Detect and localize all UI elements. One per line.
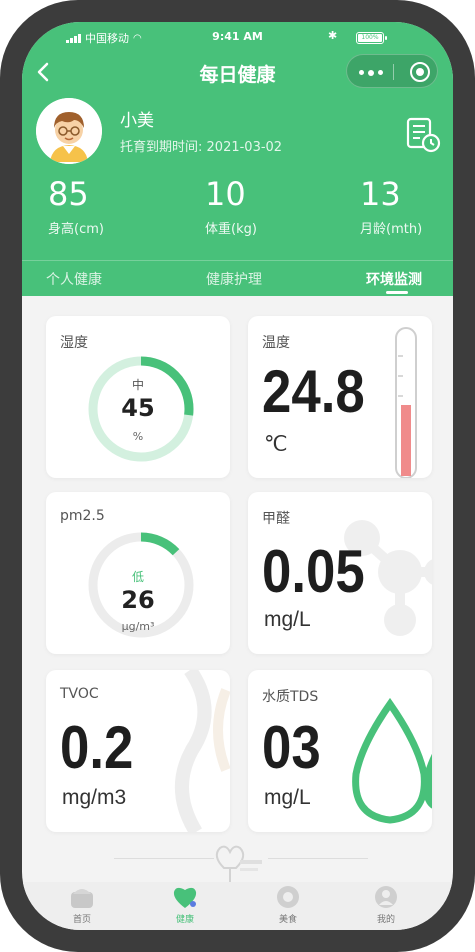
formaldehyde-value: 0.05 (262, 538, 365, 605)
nav-bar: 每日健康 (22, 52, 453, 92)
battery-label: 100% (358, 34, 382, 42)
expire-row: 托育到期时间: 2021-03-02 (120, 136, 282, 155)
heart-icon (173, 887, 197, 908)
mini-program-capsule (346, 54, 438, 88)
active-tab-indicator (386, 291, 408, 294)
stat-height: 85 身高(cm) (48, 174, 104, 237)
capsule-divider (393, 64, 394, 80)
temperature-card[interactable]: 温度 24.8 ℃ (248, 316, 432, 478)
avatar[interactable] (36, 98, 102, 164)
stat-label: 身高(cm) (48, 222, 104, 237)
plate-icon (277, 886, 299, 908)
tab-environment[interactable]: 环境监测 (366, 269, 422, 289)
tds-value: 03 (262, 714, 321, 781)
child-name: 小美 (120, 111, 154, 131)
stat-label: 体重(kg) (205, 222, 257, 237)
status-bar: 中国移动 ◠ 9:41 AM ✱ 100% (22, 28, 453, 48)
stats-row: 85 身高(cm) 10 体重(kg) 13 月龄(mth) (22, 174, 453, 244)
app-screen: 中国移动 ◠ 9:41 AM ✱ 100% 每日健康 小美 托育到期时间: 20… (22, 22, 453, 930)
temperature-unit: ℃ (264, 433, 288, 456)
footer-divider-left (114, 858, 214, 859)
water-drop-icon (352, 698, 432, 824)
stat-value: 10 (205, 175, 246, 213)
card-title: 湿度 (60, 335, 88, 351)
phone-frame: 中国移动 ◠ 9:41 AM ✱ 100% 每日健康 小美 托育到期时间: 20… (0, 0, 475, 952)
pm25-unit: μg/m³ (121, 620, 155, 633)
card-title: 水质TDS (262, 689, 319, 705)
battery-icon: 100% (356, 32, 387, 44)
pm25-level: 低 (131, 570, 144, 584)
brand-logo-watermark (215, 845, 262, 882)
stat-age: 13 月龄(mth) (360, 174, 422, 237)
wave-decoration (175, 670, 230, 832)
bottom-tab-bar: 首页 健康 美食 我的 (22, 882, 453, 930)
humidity-value: 45 (121, 394, 155, 422)
tab-label: 健康 (175, 915, 194, 925)
stat-value: 85 (48, 175, 89, 213)
tvoc-unit: mg/m3 (62, 786, 127, 809)
temperature-value: 24.8 (262, 358, 365, 425)
card-title: TVOC (60, 686, 99, 702)
humidity-card[interactable]: 湿度 中 45 % (46, 316, 230, 478)
home-icon (71, 889, 93, 908)
tvoc-value: 0.2 (60, 714, 134, 781)
tab-personal-health[interactable]: 个人健康 (46, 269, 102, 289)
tab-label: 首页 (72, 915, 91, 925)
humidity-level: 中 (131, 378, 144, 392)
header: 中国移动 ◠ 9:41 AM ✱ 100% 每日健康 小美 托育到期时间: 20… (22, 22, 453, 296)
thermometer-icon (395, 327, 417, 478)
user-icon (375, 886, 397, 908)
close-program-icon[interactable] (410, 62, 430, 82)
formaldehyde-unit: mg/L (264, 608, 311, 631)
expire-date: 2021-03-02 (206, 140, 283, 155)
tds-unit: mg/L (264, 786, 311, 809)
tab-mine[interactable]: 我的 (356, 884, 416, 925)
tab-health-care[interactable]: 健康护理 (206, 269, 262, 289)
tab-home[interactable]: 首页 (52, 884, 112, 925)
humidity-unit: % (132, 430, 144, 443)
child-profile: 小美 托育到期时间: 2021-03-02 (22, 96, 453, 168)
expire-label: 托育到期时间: (120, 140, 203, 155)
card-title: 温度 (262, 335, 290, 351)
footer-divider-right (268, 858, 368, 859)
tab-food[interactable]: 美食 (258, 884, 318, 925)
tab-label: 美食 (278, 915, 297, 925)
stat-weight: 10 体重(kg) (205, 174, 257, 237)
tds-card[interactable]: 水质TDS 03 mg/L (248, 670, 432, 832)
pm25-card[interactable]: pm2.5 低 26 μg/m³ (46, 492, 230, 654)
stat-value: 13 (360, 175, 401, 213)
tab-label: 我的 (376, 915, 395, 925)
pm25-value: 26 (121, 586, 155, 614)
status-time: 9:41 AM (212, 30, 263, 43)
card-title: pm2.5 (60, 508, 105, 524)
tvoc-card[interactable]: TVOC 0.2 mg/m3 (46, 670, 230, 832)
report-icon[interactable] (404, 116, 442, 154)
card-title: 甲醛 (262, 511, 290, 527)
tab-health[interactable]: 健康 (155, 884, 215, 925)
tab-bar-top: 个人健康 健康护理 环境监测 (22, 260, 453, 296)
stat-label: 月龄(mth) (360, 222, 423, 237)
more-icon[interactable] (359, 69, 383, 76)
formaldehyde-card[interactable]: 甲醛 0.05 mg/L (248, 492, 432, 654)
bluetooth-icon: ✱ (328, 29, 338, 42)
